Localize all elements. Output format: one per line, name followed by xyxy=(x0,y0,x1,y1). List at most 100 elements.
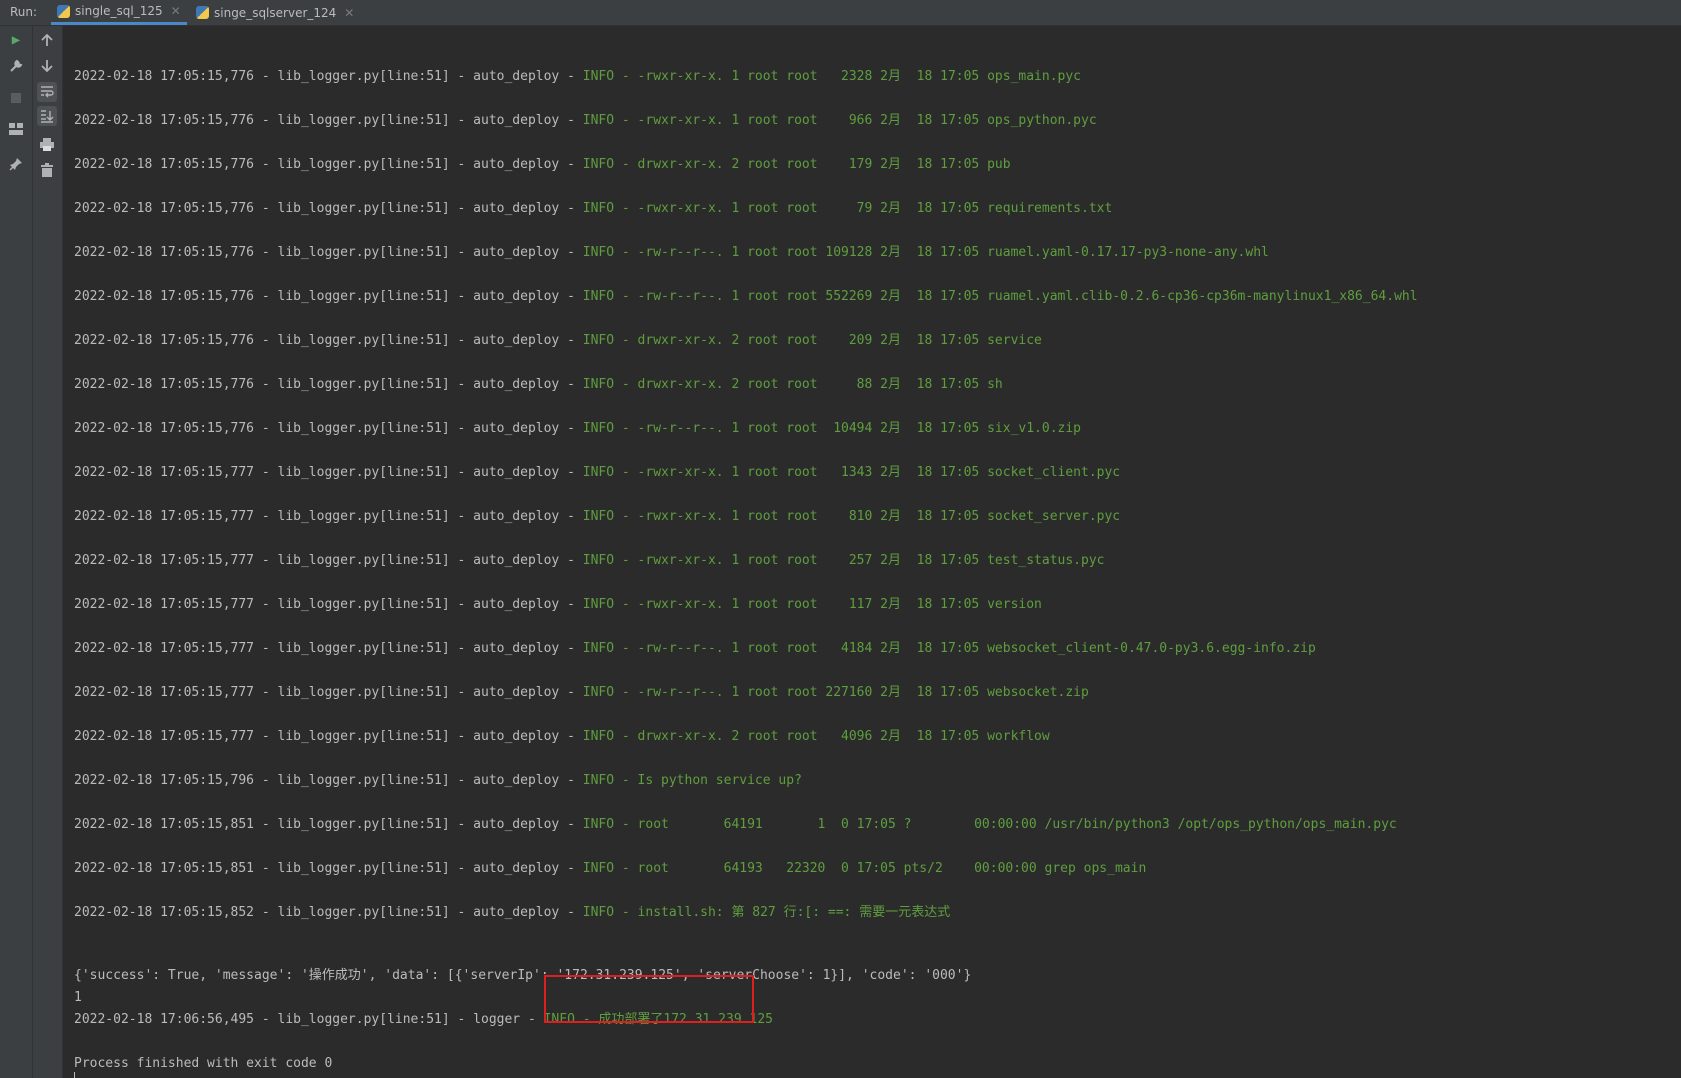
log-prefix: - lib_logger.py[line:51] - auto_deploy - xyxy=(254,729,583,744)
log-prefix: - lib_logger.py[line:51] - auto_deploy - xyxy=(254,465,583,480)
log-line: 2022-02-18 17:05:15,777 - lib_logger.py[… xyxy=(74,685,1089,701)
trash-icon[interactable] xyxy=(37,160,57,180)
log-message: INFO - -rwxr-xr-x. 1 root root 79 2月 18 … xyxy=(582,201,1113,216)
run-toolbar-left: ▶ xyxy=(0,26,33,1078)
log-line: 2022-02-18 17:05:15,776 - lib_logger.py[… xyxy=(74,113,1097,129)
log-timestamp: 2022-02-18 17:05:15,777 xyxy=(74,729,255,744)
log-prefix: - lib_logger.py[line:51] - auto_deploy - xyxy=(254,333,583,348)
log-prefix: - lib_logger.py[line:51] - auto_deploy - xyxy=(254,553,583,568)
run-tab-bar: Run: single_sql_125 ✕ singe_sqlserver_12… xyxy=(0,0,1681,26)
log-prefix: - lib_logger.py[line:51] - auto_deploy - xyxy=(254,113,583,128)
close-icon[interactable]: ✕ xyxy=(344,6,354,20)
log-line: 2022-02-18 17:05:15,776 - lib_logger.py[… xyxy=(74,289,1418,305)
python-icon xyxy=(196,6,209,19)
tab-single-sql-125[interactable]: single_sql_125 ✕ xyxy=(51,0,187,25)
tab-label: singe_sqlserver_124 xyxy=(214,5,337,20)
log-prefix: - lib_logger.py[line:51] - auto_deploy - xyxy=(254,377,583,392)
soft-wrap-icon[interactable] xyxy=(37,82,57,102)
log-timestamp: 2022-02-18 17:05:15,852 xyxy=(74,905,255,920)
stop-icon[interactable] xyxy=(6,88,26,108)
log-message: INFO - drwxr-xr-x. 2 root root 209 2月 18… xyxy=(582,333,1042,348)
log-timestamp: 2022-02-18 17:05:15,776 xyxy=(74,421,255,436)
log-timestamp: 2022-02-18 17:05:15,776 xyxy=(74,113,255,128)
scroll-to-end-icon[interactable] xyxy=(37,106,57,126)
log-prefix: - lib_logger.py[line:51] - auto_deploy - xyxy=(254,421,583,436)
log-timestamp: 2022-02-18 17:05:15,777 xyxy=(74,509,255,524)
log-timestamp: 2022-02-18 17:05:15,776 xyxy=(74,377,255,392)
log-timestamp: 2022-02-18 17:05:15,777 xyxy=(74,641,255,656)
log-timestamp: 2022-02-18 17:05:15,776 xyxy=(74,69,255,84)
log-message: INFO - -rwxr-xr-x. 1 root root 117 2月 18… xyxy=(582,597,1042,612)
arrow-down-icon[interactable] xyxy=(37,56,57,76)
log-timestamp: 2022-02-18 17:05:15,777 xyxy=(74,597,255,612)
log-prefix: - lib_logger.py[line:51] - auto_deploy - xyxy=(254,905,583,920)
log-line: 2022-02-18 17:05:15,796 - lib_logger.py[… xyxy=(74,773,802,789)
log-message: INFO - install.sh: 第 827 行:[: ==: 需要一元表达… xyxy=(582,905,951,920)
log-message: INFO - root 64191 1 0 17:05 ? 00:00:00 /… xyxy=(582,817,1397,832)
log-prefix: - lib_logger.py[line:51] - auto_deploy - xyxy=(254,773,583,788)
log-line: 2022-02-18 17:05:15,776 - lib_logger.py[… xyxy=(74,69,1081,85)
arrow-up-icon[interactable] xyxy=(37,30,57,50)
server-ip-highlight-box xyxy=(544,975,754,1023)
log-message: INFO - -rwxr-xr-x. 1 root root 810 2月 18… xyxy=(582,509,1121,524)
layout-icon[interactable] xyxy=(6,119,26,139)
log-timestamp: 2022-02-18 17:05:15,777 xyxy=(74,553,255,568)
log-message: INFO - -rw-r--r--. 1 root root 227160 2月… xyxy=(582,685,1089,700)
log-timestamp: 2022-02-18 17:05:15,776 xyxy=(74,157,255,172)
log-prefix: - lib_logger.py[line:51] - auto_deploy - xyxy=(254,289,583,304)
log-timestamp: 2022-02-18 17:05:15,776 xyxy=(74,289,255,304)
wrench-icon[interactable] xyxy=(6,56,26,76)
log-prefix: - lib_logger.py[line:51] - auto_deploy - xyxy=(254,509,583,524)
log-message: INFO - drwxr-xr-x. 2 root root 4096 2月 1… xyxy=(582,729,1050,744)
log-line: 2022-02-18 17:05:15,851 - lib_logger.py[… xyxy=(74,817,1397,833)
log-timestamp: 2022-02-18 17:05:15,777 xyxy=(74,465,255,480)
log-timestamp: 2022-02-18 17:05:15,796 xyxy=(74,773,255,788)
log-message: INFO - -rwxr-xr-x. 1 root root 966 2月 18… xyxy=(582,113,1097,128)
log-line: 2022-02-18 17:05:15,777 - lib_logger.py[… xyxy=(74,465,1120,481)
log-prefix: - lib_logger.py[line:51] - auto_deploy - xyxy=(254,69,583,84)
log-timestamp: 2022-02-18 17:05:15,776 xyxy=(74,333,255,348)
final-log-prefix: 2022-02-18 17:06:56,495 - lib_logger.py[… xyxy=(74,1012,544,1027)
tab-singe-sqlserver-124[interactable]: singe_sqlserver_124 ✕ xyxy=(190,0,360,25)
console-output[interactable]: 2022-02-18 17:05:15,776 - lib_logger.py[… xyxy=(63,26,1681,1078)
log-prefix: - lib_logger.py[line:51] - auto_deploy - xyxy=(254,245,583,260)
log-timestamp: 2022-02-18 17:05:15,777 xyxy=(74,685,255,700)
log-message: INFO - root 64193 22320 0 17:05 pts/2 00… xyxy=(582,861,1147,876)
log-message: INFO - -rw-r--r--. 1 root root 552269 2月… xyxy=(582,289,1418,304)
result-number-line: 1 xyxy=(74,990,82,1005)
log-prefix: - lib_logger.py[line:51] - auto_deploy - xyxy=(254,641,583,656)
tab-label: single_sql_125 xyxy=(75,4,163,18)
log-message: INFO - -rwxr-xr-x. 1 root root 1343 2月 1… xyxy=(582,465,1121,480)
log-message: INFO - Is python service up? xyxy=(582,773,802,788)
pin-icon[interactable] xyxy=(6,154,26,174)
run-label: Run: xyxy=(10,5,38,19)
log-prefix: - lib_logger.py[line:51] - auto_deploy - xyxy=(254,597,583,612)
log-prefix: - lib_logger.py[line:51] - auto_deploy - xyxy=(254,861,583,876)
print-icon[interactable] xyxy=(37,134,57,154)
log-line: 2022-02-18 17:05:15,776 - lib_logger.py[… xyxy=(74,333,1042,349)
log-message: INFO - -rwxr-xr-x. 1 root root 257 2月 18… xyxy=(582,553,1105,568)
result-dict-line: {'success': True, 'message': '操作成功', 'da… xyxy=(74,968,972,983)
log-line: 2022-02-18 17:05:15,851 - lib_logger.py[… xyxy=(74,861,1146,877)
log-message: INFO - -rwxr-xr-x. 1 root root 2328 2月 1… xyxy=(582,69,1082,84)
log-prefix: - lib_logger.py[line:51] - auto_deploy - xyxy=(254,201,583,216)
exit-message: Process finished with exit code 0 xyxy=(74,1056,333,1071)
log-line: 2022-02-18 17:05:15,776 - lib_logger.py[… xyxy=(74,157,1011,173)
log-message: INFO - -rw-r--r--. 1 root root 10494 2月 … xyxy=(582,421,1082,436)
log-timestamp: 2022-02-18 17:05:15,776 xyxy=(74,245,255,260)
close-icon[interactable]: ✕ xyxy=(171,4,181,18)
log-prefix: - lib_logger.py[line:51] - auto_deploy - xyxy=(254,817,583,832)
log-line: 2022-02-18 17:05:15,777 - lib_logger.py[… xyxy=(74,509,1120,525)
log-timestamp: 2022-02-18 17:05:15,851 xyxy=(74,861,255,876)
python-icon xyxy=(57,4,70,18)
log-line: 2022-02-18 17:05:15,777 - lib_logger.py[… xyxy=(74,729,1050,745)
log-message: INFO - drwxr-xr-x. 2 root root 88 2月 18 … xyxy=(582,377,1003,392)
log-message: INFO - -rw-r--r--. 1 root root 109128 2月… xyxy=(582,245,1269,260)
console-caret xyxy=(74,1072,75,1078)
run-icon[interactable]: ▶ xyxy=(6,30,26,50)
log-timestamp: 2022-02-18 17:05:15,776 xyxy=(74,201,255,216)
log-message: INFO - -rw-r--r--. 1 root root 4184 2月 1… xyxy=(582,641,1316,656)
log-line: 2022-02-18 17:05:15,777 - lib_logger.py[… xyxy=(74,597,1042,613)
log-line: 2022-02-18 17:05:15,776 - lib_logger.py[… xyxy=(74,377,1003,393)
log-timestamp: 2022-02-18 17:05:15,851 xyxy=(74,817,255,832)
